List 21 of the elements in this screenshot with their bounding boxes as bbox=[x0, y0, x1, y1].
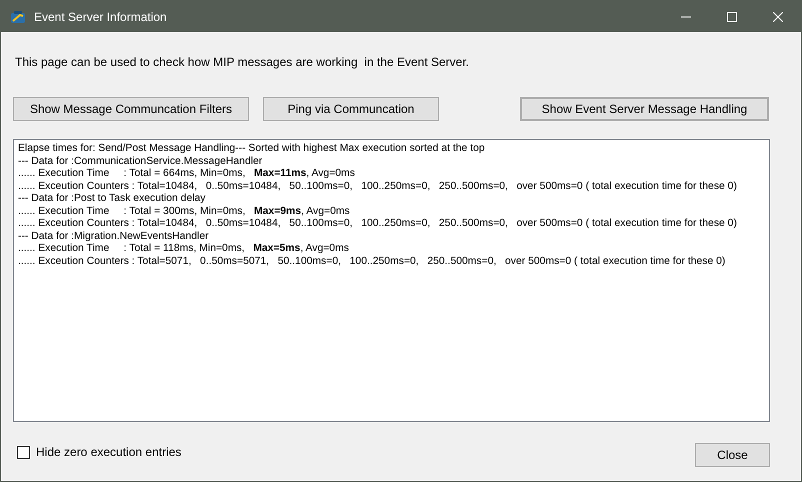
description-text: This page can be used to check how MIP messages are working in the Event Server. bbox=[15, 54, 470, 71]
log-line: --- Data for :Post to Task execution delay bbox=[18, 193, 206, 206]
checkbox-label: Hide zero execution entries bbox=[36, 444, 182, 461]
log-line: --- Data for :Migration.NewEventsHandler bbox=[18, 230, 209, 243]
action-button[interactable]: Show Event Server Message Handling bbox=[520, 97, 769, 121]
checkbox[interactable] bbox=[17, 446, 30, 458]
log-line: ...... Execution Time : Total = 118ms, Min=0ms, Max=5ms, Avg=0ms bbox=[18, 243, 349, 256]
action-button[interactable]: Ping via Communcation bbox=[263, 97, 439, 121]
close-dialog-button[interactable]: Close bbox=[695, 443, 770, 467]
log-line: ...... Execution Time : Total = 664ms, Min=0ms, Max=11ms, Avg=0ms bbox=[18, 168, 355, 180]
log-line: Elapse times for: Send/Post Message Handling--- Sorted with highest Max execution sorted at the top bbox=[18, 143, 485, 156]
maximize-icon bbox=[727, 12, 737, 22]
log-line: ...... Exceution Counters : Total=10484, 0..50ms=10484, 50..100ms=0, 100..250ms=0, 250..500ms=0, over 500ms=0 ( total execution time for these 0) bbox=[18, 218, 737, 230]
log-line: ...... Exceution Counters : Total=10484, 0..50ms=10484, 50..100ms=0, 100..250ms=0, 250..500ms=0, over 500ms=0 ( total execution time for these 0) bbox=[18, 180, 737, 193]
log-line: ...... Exceution Counters : Total=5071, 0..50ms=5071, 50..100ms=0, 100..250ms=0, 250..500ms=0, over 500ms=0 ( total execution time for these 0) bbox=[18, 256, 726, 268]
close-icon bbox=[773, 12, 783, 22]
window-title: Event Server Information bbox=[34, 8, 167, 26]
app-icon bbox=[10, 10, 26, 24]
action-button[interactable]: Show Message Communcation Filters bbox=[13, 97, 249, 121]
log-line: --- Data for :CommunicationService.MessageHandler bbox=[18, 156, 262, 168]
log-line: ...... Execution Time : Total = 300ms, Min=0ms, Max=9ms, Avg=0ms bbox=[18, 206, 350, 218]
